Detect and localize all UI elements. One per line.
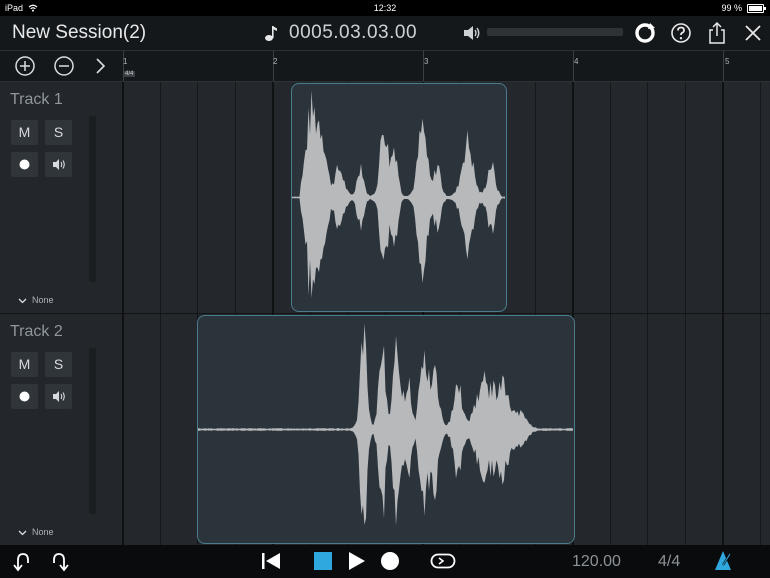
note-icon: [265, 26, 277, 41]
output-label: None: [32, 295, 54, 305]
track-lane[interactable]: [122, 82, 770, 314]
track-header[interactable]: Track 2 M S None: [0, 314, 123, 546]
tempo-display[interactable]: 120.00: [572, 553, 621, 571]
chevron-right-icon[interactable]: [88, 54, 112, 78]
rewind-to-start-icon[interactable]: [259, 549, 283, 573]
bar-number: 5: [725, 57, 730, 66]
record-arm-icon: [19, 159, 30, 170]
track-header[interactable]: Track 1 M S None: [0, 82, 123, 314]
time-signature-display[interactable]: 4/4: [658, 553, 680, 571]
chevron-down-icon: [18, 298, 27, 304]
position-readout[interactable]: 0005.03.03.00: [289, 22, 417, 44]
solo-button[interactable]: S: [45, 352, 72, 377]
volume-slider[interactable]: [487, 28, 623, 36]
top-bar: New Session(2) 0005.03.03.00: [0, 16, 770, 51]
output-label: None: [32, 527, 54, 537]
time-signature-marker[interactable]: 4/4: [123, 71, 136, 77]
bar-number: 1: [123, 57, 128, 66]
track-name[interactable]: Track 2: [10, 323, 63, 341]
waveform: [292, 90, 505, 299]
waveform: [198, 323, 573, 526]
record-arm-button[interactable]: [11, 152, 38, 177]
speaker-icon: [53, 391, 65, 402]
track-volume-fader[interactable]: [89, 348, 96, 514]
zoom-toolbar: [0, 51, 122, 82]
record-icon[interactable]: [378, 549, 402, 573]
mute-button[interactable]: M: [11, 120, 38, 145]
zoom-out-icon[interactable]: [52, 54, 76, 78]
play-icon[interactable]: [344, 549, 368, 573]
close-icon[interactable]: [741, 21, 765, 45]
waveform-shape: [198, 323, 573, 526]
output-selector[interactable]: None: [18, 527, 54, 537]
output-selector[interactable]: None: [18, 295, 54, 305]
speaker-icon: [464, 26, 480, 40]
undo-icon[interactable]: [10, 549, 34, 573]
mute-button[interactable]: M: [11, 352, 38, 377]
chevron-down-icon: [18, 530, 27, 536]
record-arm-icon: [19, 391, 30, 402]
record-arm-button[interactable]: [11, 384, 38, 409]
timeline-ruler[interactable]: 1 2 3 4 5 4/4: [122, 51, 770, 82]
clock: 12:32: [373, 3, 397, 13]
zoom-in-icon[interactable]: [13, 54, 37, 78]
transport-bar: 120.00 4/4: [0, 545, 770, 578]
stop-icon[interactable]: [311, 549, 335, 573]
session-title[interactable]: New Session(2): [12, 22, 146, 44]
help-icon[interactable]: [669, 21, 693, 45]
monitor-button[interactable]: [45, 152, 72, 177]
monitor-button[interactable]: [45, 384, 72, 409]
audio-clip[interactable]: [291, 83, 507, 312]
bar-number: 2: [273, 57, 278, 66]
share-icon[interactable]: [705, 21, 729, 45]
speaker-icon: [53, 159, 65, 170]
loop-circle-icon[interactable]: [633, 21, 657, 45]
metronome-icon[interactable]: [711, 549, 735, 573]
battery-percent: 99 %: [721, 3, 742, 13]
track-lane[interactable]: [122, 314, 770, 546]
status-bar: iPad 12:32 99 %: [0, 0, 770, 16]
loop-icon[interactable]: [429, 549, 457, 573]
bar-number: 3: [424, 57, 429, 66]
waveform-shape: [292, 90, 505, 299]
audio-clip[interactable]: [197, 315, 575, 544]
bar-number: 4: [574, 57, 579, 66]
track-name[interactable]: Track 1: [10, 91, 63, 109]
redo-icon[interactable]: [48, 549, 72, 573]
track-volume-fader[interactable]: [89, 116, 96, 282]
solo-button[interactable]: S: [45, 120, 72, 145]
battery-icon: [747, 4, 766, 13]
